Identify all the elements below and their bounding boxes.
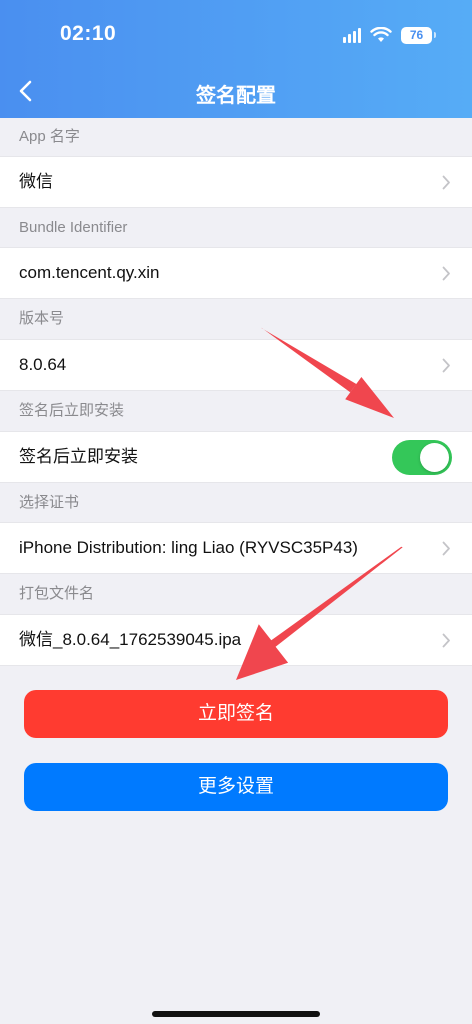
bundle-id-value: com.tencent.qy.xin bbox=[19, 263, 160, 282]
app-name-row[interactable]: 微信 bbox=[0, 156, 472, 208]
toggle-knob bbox=[420, 443, 449, 472]
more-settings-button[interactable]: 更多设置 bbox=[24, 763, 448, 811]
section-label-certificate: 选择证书 bbox=[19, 494, 80, 511]
filename-row[interactable]: 微信_8.0.64_1762539045.ipa bbox=[0, 614, 472, 666]
status-icons: 76 bbox=[343, 24, 436, 46]
install-toggle-row: 签名后立即安装 bbox=[0, 431, 472, 483]
bundle-id-row[interactable]: com.tencent.qy.xin bbox=[0, 247, 472, 299]
section-label-version: 版本号 bbox=[19, 310, 65, 327]
section-label-bundle-id: Bundle Identifier bbox=[19, 219, 128, 236]
wifi-icon bbox=[370, 27, 392, 42]
filename-value: 微信_8.0.64_1762539045.ipa bbox=[19, 630, 242, 649]
install-toggle-label: 签名后立即安装 bbox=[19, 447, 138, 466]
chevron-right-icon bbox=[442, 266, 450, 281]
nav-header: 02:10 76 签名配置 bbox=[0, 0, 472, 118]
app-name-value: 微信 bbox=[19, 172, 53, 191]
section-label-app-name: App 名字 bbox=[19, 128, 80, 145]
chevron-right-icon bbox=[442, 358, 450, 373]
battery-icon: 76 bbox=[401, 26, 436, 44]
home-indicator bbox=[152, 1011, 320, 1017]
certificate-value: iPhone Distribution: ling Liao (RYVSC35P… bbox=[19, 538, 358, 557]
section-label-filename: 打包文件名 bbox=[19, 585, 95, 602]
page-title: 签名配置 bbox=[196, 85, 276, 107]
battery-level: 76 bbox=[409, 28, 424, 42]
install-after-sign-toggle[interactable] bbox=[392, 440, 452, 475]
chevron-right-icon bbox=[442, 175, 450, 190]
sign-now-button[interactable]: 立即签名 bbox=[24, 690, 448, 738]
section-label-install: 签名后立即安装 bbox=[19, 402, 125, 419]
version-row[interactable]: 8.0.64 bbox=[0, 339, 472, 391]
chevron-right-icon bbox=[442, 541, 450, 556]
status-time: 02:10 bbox=[60, 22, 117, 45]
version-value: 8.0.64 bbox=[19, 355, 67, 374]
signal-icon bbox=[343, 27, 361, 43]
chevron-right-icon bbox=[442, 633, 450, 648]
certificate-row[interactable]: iPhone Distribution: ling Liao (RYVSC35P… bbox=[0, 522, 472, 574]
